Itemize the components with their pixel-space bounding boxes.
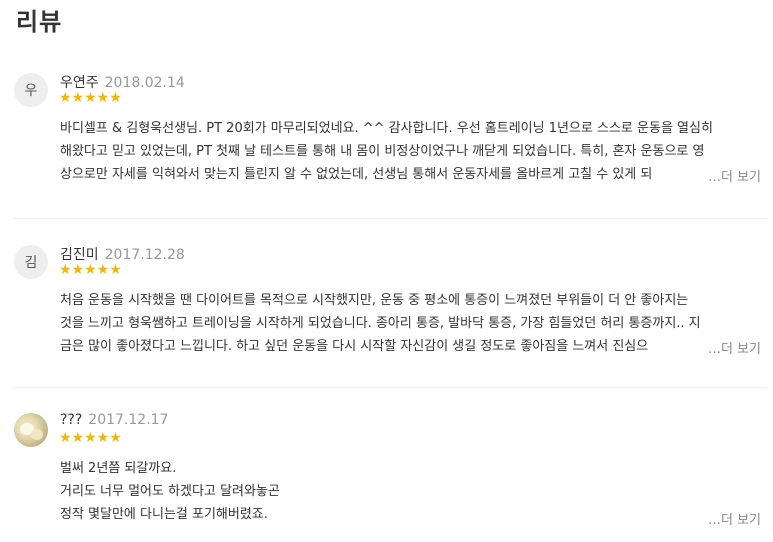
review-text-line: 금은 많이 좋아졌다고 느낍니다. 하고 싶던 운동을 다시 시작할 자신감이 … bbox=[60, 339, 649, 354]
review-text-line: 해왔다고 믿고 있었는데, PT 첫째 날 테스트를 통해 내 몸이 비정상이었… bbox=[60, 144, 705, 159]
review-text-line: 정작 몇달만에 다니는걸 포기해버렸죠. bbox=[60, 507, 268, 522]
review-item: 우 우연주 2018.02.14 ★★★★★ 바디셀프 & 김형욱선생님. PT … bbox=[14, 73, 767, 193]
review-date: 2018.02.14 bbox=[104, 75, 185, 91]
divider bbox=[14, 387, 767, 388]
page-title: 리뷰 bbox=[16, 8, 63, 36]
review-text-line: 거리도 너무 멀어도 하겠다고 달려와놓곤 bbox=[60, 484, 280, 499]
avatar: 우 bbox=[14, 73, 48, 107]
review-text-line: 것을 느끼고 형욱쌤하고 트레이닝을 시작하게 되었습니다. 종아리 통증, 발… bbox=[60, 316, 701, 331]
review-item: ??? 2017.12.17 ★★★★★ 벌써 2년쯤 되갈까요. 거리도 너무 … bbox=[14, 412, 767, 533]
review-author-line: ??? 2017.12.17 bbox=[60, 412, 168, 428]
avatar: 김 bbox=[14, 245, 48, 279]
read-more-link[interactable]: …더 보기 bbox=[708, 338, 761, 357]
review-text: 바디셀프 & 김형욱선생님. PT 20회가 마무리되었네요. ^^ 감사합니다… bbox=[60, 117, 760, 186]
star-rating: ★★★★★ bbox=[59, 90, 122, 106]
avatar bbox=[14, 413, 48, 447]
review-text-line: 벌써 2년쯤 되갈까요. bbox=[60, 461, 177, 476]
review-author-line: 김진미 2017.12.28 bbox=[60, 244, 185, 264]
review-text-line: 바디셀프 & 김형욱선생님. PT 20회가 마무리되었네요. ^^ 감사합니다… bbox=[60, 121, 713, 136]
review-author-line: 우연주 2018.02.14 bbox=[60, 72, 185, 92]
review-text-line: 상으로만 자세를 익혀와서 맞는지 틀린지 알 수 없었는데, 선생님 통해서 … bbox=[60, 167, 653, 182]
review-item: 김 김진미 2017.12.28 ★★★★★ 처음 운동을 시작했을 땐 다이어트… bbox=[14, 245, 767, 365]
review-author: 우연주 bbox=[60, 75, 99, 91]
star-rating: ★★★★★ bbox=[59, 262, 122, 278]
review-text: 벌써 2년쯤 되갈까요. 거리도 너무 멀어도 하겠다고 달려와놓곤 정작 몇달… bbox=[60, 457, 760, 526]
review-date: 2017.12.28 bbox=[104, 247, 185, 263]
review-date: 2017.12.17 bbox=[88, 412, 169, 428]
star-rating: ★★★★★ bbox=[59, 430, 122, 446]
read-more-link[interactable]: …더 보기 bbox=[708, 509, 761, 528]
review-author: ??? bbox=[60, 412, 83, 428]
review-author: 김진미 bbox=[60, 247, 99, 263]
review-text-line: 처음 운동을 시작했을 땐 다이어트를 목적으로 시작했지만, 운동 중 평소에… bbox=[60, 293, 689, 308]
review-text: 처음 운동을 시작했을 땐 다이어트를 목적으로 시작했지만, 운동 중 평소에… bbox=[60, 289, 760, 358]
avatar-photo-detail bbox=[31, 429, 43, 440]
divider bbox=[14, 218, 767, 219]
read-more-link[interactable]: …더 보기 bbox=[708, 166, 761, 185]
